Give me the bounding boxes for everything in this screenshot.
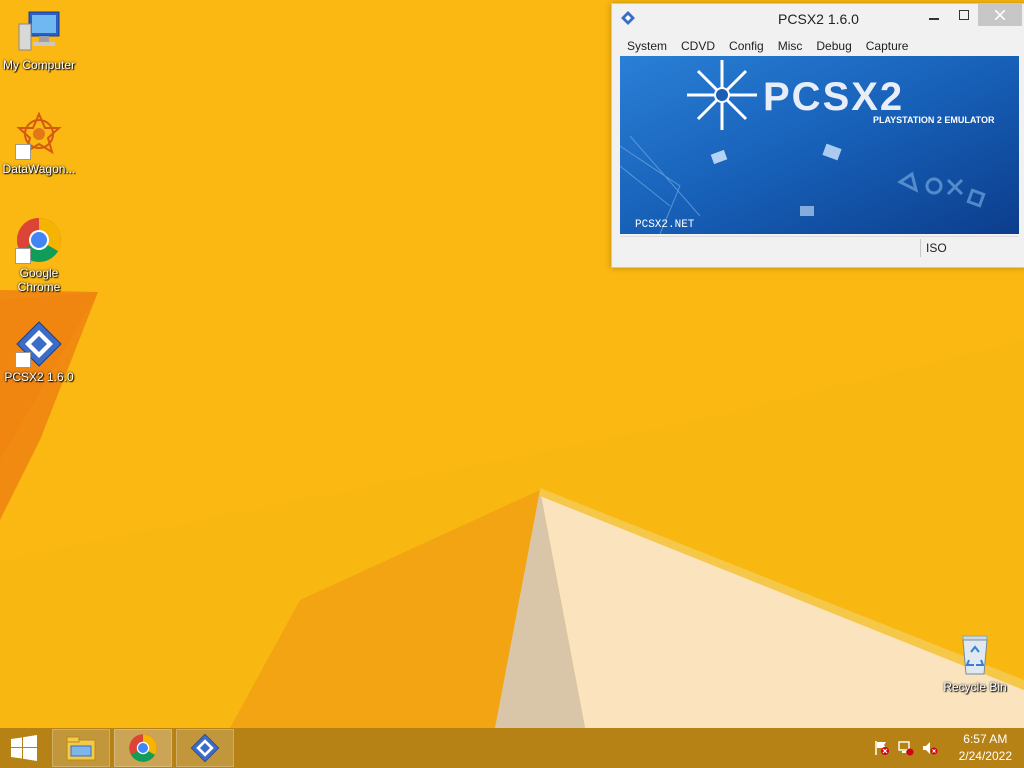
- banner-logo: PCSX2: [763, 75, 904, 119]
- taskbar: 6:57 AM 2/24/2022: [0, 728, 1024, 768]
- close-button[interactable]: [978, 4, 1022, 26]
- pcsx2-icon: [15, 320, 63, 368]
- menu-cdvd[interactable]: CDVD: [674, 36, 722, 56]
- pcsx2-window: PCSX2 1.6.0 System CDVD Config Misc Debu…: [611, 3, 1024, 268]
- desktop-icon-label: Recycle Bin: [943, 680, 1007, 694]
- desktop-icon-google-chrome[interactable]: Google Chrome: [1, 216, 77, 294]
- file-explorer-icon: [66, 736, 96, 761]
- desktop-icon-label: Google Chrome: [17, 266, 61, 294]
- minimize-button[interactable]: [919, 4, 949, 26]
- recycle-bin-icon: [951, 630, 999, 678]
- banner-subtitle: PLAYSTATION 2 EMULATOR: [873, 115, 995, 125]
- datawagon-icon: [15, 111, 63, 160]
- taskbar-clock[interactable]: 6:57 AM 2/24/2022: [959, 731, 1012, 765]
- minimize-icon: [929, 18, 939, 20]
- chrome-icon: [15, 216, 63, 264]
- volume-muted-icon[interactable]: [922, 740, 938, 756]
- desktop-icon-label: My Computer: [2, 58, 76, 72]
- desktop-icon-my-computer[interactable]: My Computer: [1, 8, 77, 72]
- menu-config[interactable]: Config: [722, 36, 771, 56]
- menu-misc[interactable]: Misc: [771, 36, 810, 56]
- action-center-flag-icon[interactable]: [874, 740, 890, 756]
- chrome-icon: [129, 734, 157, 762]
- pcsx2-icon: [190, 733, 220, 763]
- desktop-icon-recycle-bin[interactable]: Recycle Bin: [937, 630, 1013, 694]
- shortcut-arrow-icon: [15, 352, 31, 368]
- pcsx2-banner: PCSX2 PLAYSTATION 2 EMULATOR PCSX2.NET: [620, 56, 1019, 234]
- clock-time: 6:57 AM: [963, 732, 1008, 746]
- taskbar-pcsx2-button[interactable]: [176, 729, 234, 767]
- maximize-button[interactable]: [949, 4, 979, 26]
- taskbar-chrome-button[interactable]: [114, 729, 172, 767]
- desktop-icon-datawagon[interactable]: DataWagon...: [1, 111, 77, 176]
- computer-icon: [15, 8, 63, 56]
- maximize-icon: [959, 10, 969, 20]
- menu-system[interactable]: System: [620, 36, 674, 56]
- menu-debug[interactable]: Debug: [809, 36, 858, 56]
- shortcut-arrow-icon: [15, 248, 31, 264]
- close-icon: [995, 10, 1005, 20]
- status-mode: ISO: [926, 241, 947, 255]
- menu-capture[interactable]: Capture: [859, 36, 916, 56]
- status-divider: [920, 239, 921, 257]
- banner-url: PCSX2.NET: [635, 219, 695, 231]
- shortcut-arrow-icon: [15, 144, 31, 160]
- menu-bar: System CDVD Config Misc Debug Capture: [620, 36, 1018, 56]
- desktop-icon-label: DataWagon...: [2, 162, 76, 176]
- desktop-icon-label: PCSX2 1.6.0: [4, 370, 74, 384]
- network-icon[interactable]: [898, 740, 914, 756]
- start-button[interactable]: [0, 728, 48, 768]
- clock-date: 2/24/2022: [958, 749, 1012, 763]
- windows-logo-icon: [11, 735, 37, 761]
- desktop-icon-pcsx2[interactable]: PCSX2 1.6.0: [1, 320, 77, 384]
- taskbar-file-explorer-button[interactable]: [52, 729, 110, 767]
- window-titlebar[interactable]: PCSX2 1.6.0: [612, 4, 1024, 34]
- status-bar: ISO: [620, 236, 1019, 259]
